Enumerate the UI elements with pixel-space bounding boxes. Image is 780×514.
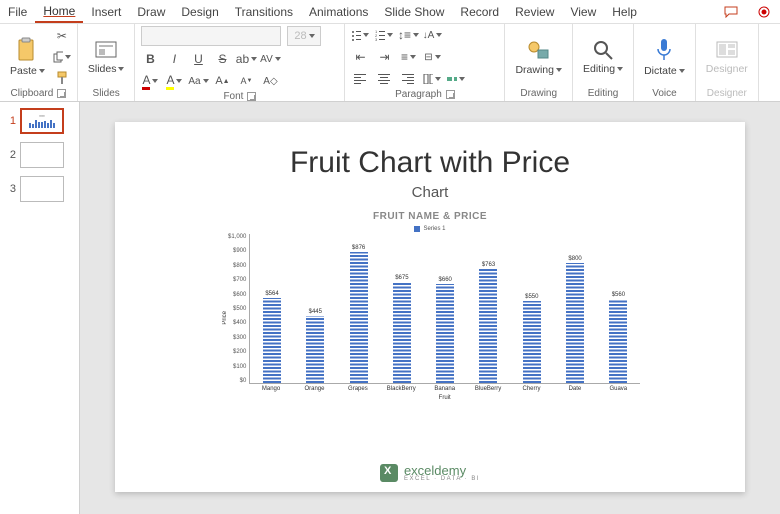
- align-left-button[interactable]: [351, 70, 369, 88]
- clipboard-launcher-icon[interactable]: [57, 89, 66, 98]
- chart-xaxis: MangoOrangeGrapesBlackBerryBananaBlueBer…: [249, 384, 640, 392]
- decrease-indent-button[interactable]: ⇤: [351, 48, 369, 66]
- group-paragraph: 123 ↕≡ ↓A ⇤ ⇥ ≡ ⊟ Paragraph: [345, 24, 505, 101]
- bold-button[interactable]: B: [141, 50, 159, 68]
- format-painter-icon[interactable]: [53, 69, 71, 87]
- group-designer: Designer Designer: [696, 24, 759, 101]
- slide-canvas[interactable]: Fruit Chart with Price Chart FRUIT NAME …: [115, 122, 745, 492]
- group-editing: Editing Editing: [573, 24, 634, 101]
- designer-label: Designer: [707, 88, 747, 99]
- font-launcher-icon[interactable]: [247, 92, 256, 101]
- increase-font-button[interactable]: A▲: [213, 72, 231, 90]
- menu-view[interactable]: View: [562, 0, 604, 23]
- character-spacing-button[interactable]: AV: [261, 50, 279, 68]
- text-direction-button[interactable]: ↓A: [423, 26, 441, 44]
- slide-thumbnails: 1 ━━━ 2 3: [0, 102, 80, 514]
- paragraph-label: Paragraph: [395, 89, 442, 100]
- menu-slideshow[interactable]: Slide Show: [376, 0, 452, 23]
- menu-review[interactable]: Review: [507, 0, 562, 23]
- highlight-button[interactable]: A: [165, 72, 183, 90]
- menu-record[interactable]: Record: [452, 0, 507, 23]
- comments-icon[interactable]: [714, 0, 748, 23]
- editing-label: Editing: [588, 88, 619, 99]
- menu-draw[interactable]: Draw: [129, 0, 173, 23]
- cut-icon[interactable]: ✂: [53, 27, 71, 45]
- chart-ylabel: Price: [220, 311, 228, 325]
- text-shadow-button[interactable]: ab: [237, 50, 255, 68]
- ribbon: Paste ✂ Clipboard Slides Slides 28: [0, 24, 780, 102]
- paragraph-launcher-icon[interactable]: [446, 90, 455, 99]
- font-color-button[interactable]: A: [141, 72, 159, 90]
- drawing-icon: [526, 38, 552, 62]
- copy-icon[interactable]: [53, 48, 71, 66]
- slide-subtitle[interactable]: Chart: [412, 184, 449, 201]
- group-font: 28 B I U S ab AV A A Aa A▲ A▼ A◇ Font: [135, 24, 345, 101]
- menu-animations[interactable]: Animations: [301, 0, 376, 23]
- chart-legend: Series 1: [220, 226, 640, 232]
- chart-yaxis: $1,000$900$800$700$600$500$400$300$200$1…: [228, 234, 249, 384]
- menu-home[interactable]: Home: [35, 0, 83, 23]
- columns-button[interactable]: [423, 70, 441, 88]
- slides-label: Slides: [93, 88, 120, 99]
- designer-button[interactable]: Designer: [702, 37, 752, 77]
- exceldemy-logo: exceldemy EXCEL · DATA · BI: [380, 463, 480, 482]
- thumb-3[interactable]: 3: [4, 176, 75, 202]
- microphone-icon: [654, 37, 674, 63]
- workspace: 1 ━━━ 2 3 Fruit Chart with Price Chart F…: [0, 102, 780, 514]
- drawing-button[interactable]: Drawing: [511, 36, 566, 78]
- chart-bars: $564$445$876$675$660$763$550$800$560: [249, 234, 640, 384]
- group-slides: Slides Slides: [78, 24, 136, 101]
- menu-design[interactable]: Design: [173, 0, 226, 23]
- strikethrough-button[interactable]: S: [213, 50, 231, 68]
- change-case-button[interactable]: Aa: [189, 72, 207, 90]
- menu-transitions[interactable]: Transitions: [227, 0, 301, 23]
- thumb-1[interactable]: 1 ━━━: [4, 108, 75, 134]
- menu-file[interactable]: File: [0, 0, 35, 23]
- logo-icon: [380, 464, 398, 482]
- search-icon: [592, 39, 614, 61]
- smartart-button[interactable]: [447, 70, 465, 88]
- align-right-button[interactable]: [399, 70, 417, 88]
- font-label: Font: [223, 91, 243, 102]
- font-size-picker[interactable]: 28: [287, 26, 321, 46]
- slides-button[interactable]: Slides: [84, 37, 129, 77]
- menu-help[interactable]: Help: [604, 0, 645, 23]
- underline-button[interactable]: U: [189, 50, 207, 68]
- svg-text:3: 3: [375, 37, 378, 41]
- drawing-label: Drawing: [520, 88, 557, 99]
- menu-insert[interactable]: Insert: [83, 0, 129, 23]
- italic-button[interactable]: I: [165, 50, 183, 68]
- align-text-button[interactable]: ≡: [399, 48, 417, 66]
- group-clipboard: Paste ✂ Clipboard: [0, 24, 78, 101]
- record-icon[interactable]: [748, 0, 780, 23]
- slides-icon: [94, 39, 118, 61]
- slide-area[interactable]: Fruit Chart with Price Chart FRUIT NAME …: [80, 102, 780, 514]
- increase-indent-button[interactable]: ⇥: [375, 48, 393, 66]
- slide-title[interactable]: Fruit Chart with Price: [290, 146, 570, 180]
- decrease-font-button[interactable]: A▼: [237, 72, 255, 90]
- voice-label: Voice: [652, 88, 676, 99]
- bullets-button[interactable]: [351, 26, 369, 44]
- legend-swatch-icon: [414, 226, 420, 232]
- editing-button[interactable]: Editing: [579, 37, 627, 77]
- dictate-button[interactable]: Dictate: [640, 35, 689, 79]
- clear-formatting-button[interactable]: A◇: [261, 72, 279, 90]
- group-voice: Dictate Voice: [634, 24, 696, 101]
- group-drawing: Drawing Drawing: [505, 24, 573, 101]
- paste-icon: [16, 37, 38, 63]
- chart-object[interactable]: FRUIT NAME & PRICE Series 1 Price $1,000…: [220, 211, 640, 401]
- designer-icon: [715, 39, 739, 61]
- align-center-button[interactable]: [375, 70, 393, 88]
- font-family-picker[interactable]: [141, 26, 281, 46]
- chart-title: FRUIT NAME & PRICE: [220, 211, 640, 222]
- clipboard-label: Clipboard: [11, 88, 54, 99]
- align-vertical-button[interactable]: ⊟: [423, 48, 441, 66]
- line-spacing-button[interactable]: ↕≡: [399, 26, 417, 44]
- thumb-2[interactable]: 2: [4, 142, 75, 168]
- numbering-button[interactable]: 123: [375, 26, 393, 44]
- menu-bar: File Home Insert Draw Design Transitions…: [0, 0, 780, 24]
- paste-button[interactable]: Paste: [6, 35, 49, 79]
- chart-xlabel: Fruit: [249, 395, 640, 401]
